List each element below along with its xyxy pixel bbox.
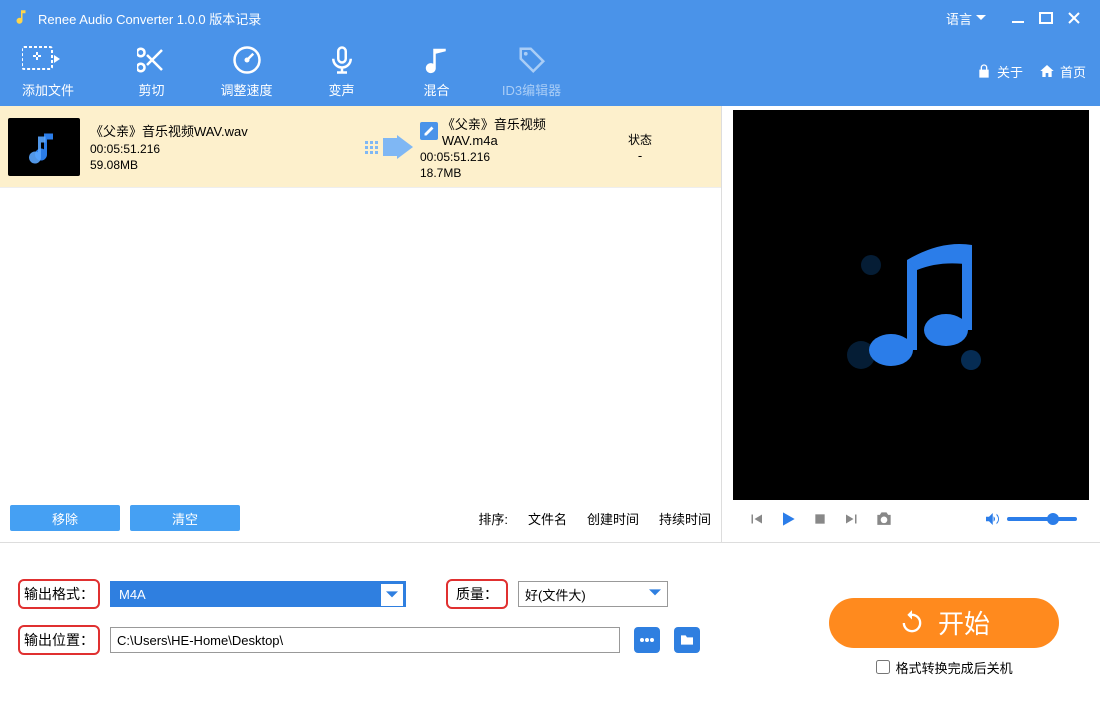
file-row[interactable]: 《父亲》音乐视频WAV.wav 00:05:51.216 59.08MB 《父亲…: [0, 106, 721, 188]
output-panel: 输出格式： M4A 质量： 好(文件大) 输出位置： C:\Users\HE-H…: [0, 542, 1100, 706]
speed-label: 调整速度: [220, 80, 272, 99]
window-title: Renee Audio Converter 1.0.0 版本记录: [38, 9, 946, 28]
tag-icon: [517, 44, 547, 76]
state-header: 状态: [600, 131, 680, 148]
arrow-icon: [360, 135, 420, 159]
home-link[interactable]: 首页: [1039, 62, 1086, 81]
output-path-label: 输出位置：: [18, 625, 100, 655]
volume-icon: [983, 510, 1001, 528]
microphone-icon: [327, 44, 357, 76]
lock-icon: [976, 63, 992, 79]
sort-by-duration[interactable]: 持续时间: [659, 509, 711, 528]
app-logo-icon: [12, 8, 30, 29]
language-dropdown[interactable]: 语言: [946, 9, 986, 28]
sort-by-name[interactable]: 文件名: [528, 509, 567, 528]
language-label: 语言: [946, 9, 972, 28]
start-button[interactable]: 开始: [829, 598, 1059, 648]
source-file-size: 59.08MB: [90, 158, 360, 172]
output-format-select[interactable]: M4A: [110, 581, 406, 607]
target-file-size: 18.7MB: [420, 166, 600, 180]
id3-editor-button[interactable]: ID3编辑器: [484, 44, 579, 99]
about-label: 关于: [997, 62, 1023, 81]
minimize-button[interactable]: [1004, 4, 1032, 32]
quality-value: 好(文件大): [525, 585, 586, 604]
source-file-name: 《父亲》音乐视频WAV.wav: [90, 121, 360, 140]
next-button[interactable]: [841, 508, 863, 530]
titlebar: Renee Audio Converter 1.0.0 版本记录 语言: [0, 0, 1100, 36]
source-file-duration: 00:05:51.216: [90, 142, 360, 156]
path-more-button[interactable]: [634, 627, 660, 653]
sort-label: 排序:: [478, 509, 508, 528]
id3-label: ID3编辑器: [502, 80, 561, 99]
output-format-value: M4A: [119, 587, 146, 602]
file-thumbnail: [8, 118, 80, 176]
scissors-icon: [137, 44, 167, 76]
shutdown-checkbox[interactable]: 格式转换完成后关机: [876, 658, 1013, 677]
target-file-duration: 00:05:51.216: [420, 150, 600, 164]
mix-label: 混合: [423, 80, 449, 99]
clear-button[interactable]: 清空: [130, 505, 240, 531]
add-file-button[interactable]: 添加文件: [14, 44, 104, 99]
add-file-label: 添加文件: [22, 80, 74, 99]
mix-icon: [422, 44, 452, 76]
add-file-icon: [22, 44, 62, 76]
start-label: 开始: [938, 604, 990, 641]
prev-button[interactable]: [745, 508, 767, 530]
target-file-name: 《父亲》音乐视频WAV.m4a: [442, 114, 600, 148]
snapshot-button[interactable]: [873, 508, 895, 530]
open-folder-button[interactable]: [674, 627, 700, 653]
chevron-down-icon: [649, 587, 661, 602]
cut-label: 剪切: [138, 80, 164, 99]
volume-slider[interactable]: [1007, 517, 1077, 521]
output-path-input[interactable]: C:\Users\HE-Home\Desktop\: [110, 627, 620, 653]
edit-icon[interactable]: [420, 122, 438, 140]
about-link[interactable]: 关于: [976, 62, 1023, 81]
mix-button[interactable]: 混合: [389, 44, 484, 99]
preview-display: [733, 110, 1089, 500]
voice-change-button[interactable]: 变声: [294, 44, 389, 99]
stop-button[interactable]: [809, 508, 831, 530]
voice-label: 变声: [328, 80, 354, 99]
state-value: -: [600, 148, 680, 163]
preview-pane: [722, 106, 1100, 542]
remove-button[interactable]: 移除: [10, 505, 120, 531]
file-list-pane: 《父亲》音乐视频WAV.wav 00:05:51.216 59.08MB 《父亲…: [0, 106, 722, 542]
sort-group: 排序: 文件名 创建时间 持续时间: [478, 509, 711, 528]
speed-button[interactable]: 调整速度: [199, 44, 294, 99]
gauge-icon: [232, 44, 262, 76]
cut-button[interactable]: 剪切: [104, 44, 199, 99]
home-label: 首页: [1060, 62, 1086, 81]
state-column: 状态 -: [600, 131, 680, 163]
source-file-info: 《父亲》音乐视频WAV.wav 00:05:51.216 59.08MB: [90, 121, 360, 172]
shutdown-label: 格式转换完成后关机: [896, 658, 1013, 677]
refresh-icon: [898, 609, 926, 637]
player-controls: [733, 500, 1089, 538]
home-icon: [1039, 63, 1055, 79]
maximize-button[interactable]: [1032, 4, 1060, 32]
file-list: 《父亲》音乐视频WAV.wav 00:05:51.216 59.08MB 《父亲…: [0, 106, 721, 494]
shutdown-checkbox-input[interactable]: [876, 660, 890, 674]
sort-by-created[interactable]: 创建时间: [587, 509, 639, 528]
work-area: 《父亲》音乐视频WAV.wav 00:05:51.216 59.08MB 《父亲…: [0, 106, 1100, 542]
quality-select[interactable]: 好(文件大): [518, 581, 668, 607]
output-path-value: C:\Users\HE-Home\Desktop\: [117, 633, 283, 648]
list-controls: 移除 清空 排序: 文件名 创建时间 持续时间: [0, 494, 721, 542]
output-format-label: 输出格式：: [18, 579, 100, 609]
toolbar: 添加文件 剪切 调整速度 变声 混合 ID3编辑器 关于 首页: [0, 36, 1100, 106]
chevron-down-icon: [381, 584, 403, 606]
close-button[interactable]: [1060, 4, 1088, 32]
volume-control[interactable]: [983, 510, 1077, 528]
target-file-info: 《父亲》音乐视频WAV.m4a 00:05:51.216 18.7MB: [420, 114, 600, 180]
play-button[interactable]: [777, 508, 799, 530]
quality-label: 质量：: [446, 579, 508, 609]
chevron-down-icon: [976, 13, 986, 23]
